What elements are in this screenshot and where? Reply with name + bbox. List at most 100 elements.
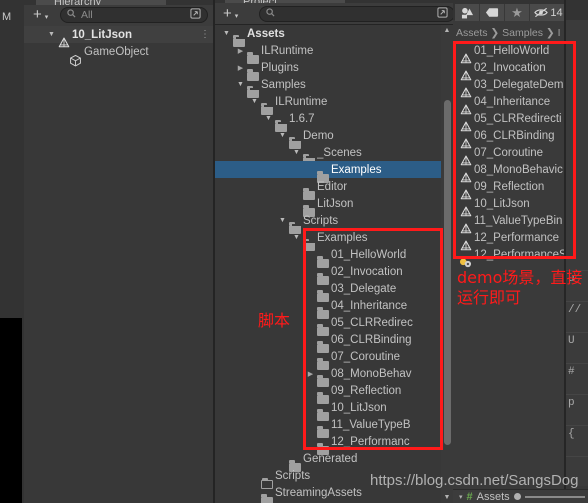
chevron-down-icon[interactable]: ▼ [263, 115, 274, 122]
project-tree-row[interactable]: Editor [215, 178, 441, 200]
project-tree-row[interactable]: 02_Invocation [215, 263, 441, 285]
project-tree-row[interactable]: ▼ _Scenes [215, 144, 441, 166]
project-tree-row[interactable]: ▶ ILRuntime [215, 42, 441, 64]
status-caret-icon[interactable]: ▾ [459, 493, 463, 501]
row-options-icon[interactable]: ⋮ [200, 30, 210, 40]
project-tree-row-label: Examples [317, 231, 368, 244]
project-tree-row[interactable]: ▼ Samples [215, 76, 441, 98]
hierarchy-create-button[interactable]: + ▾ [33, 6, 48, 23]
scroll-up-arrow-icon[interactable]: ▲ [441, 25, 453, 36]
project-tree-row-label: 09_Reflection [331, 384, 402, 397]
assets-list-item[interactable]: 08_MonoBehavic [453, 161, 566, 183]
project-tree-row-label: StreamingAssets [275, 486, 362, 499]
hierarchy-gameobject-label: GameObject [84, 45, 149, 58]
chevron-down-icon[interactable]: ▼ [291, 234, 302, 241]
project-search-input[interactable] [259, 6, 455, 22]
chevron-right-icon[interactable]: ▶ [235, 64, 246, 72]
chevron-right-icon[interactable]: ▶ [235, 47, 246, 55]
code-line: # [566, 363, 588, 380]
project-tree-row[interactable]: LitJson [215, 195, 441, 217]
assets-list-item[interactable]: 05_CLRRedirecti [453, 110, 566, 132]
project-tree-row[interactable]: 09_Reflection [215, 382, 441, 404]
chevron-down-icon[interactable]: ▼ [277, 217, 288, 224]
project-tree-row[interactable]: ▼ ILRuntime [215, 93, 441, 115]
scroll-down-arrow-icon[interactable]: ▼ [441, 492, 453, 503]
assets-list-item[interactable]: 02_Invocation [453, 59, 566, 81]
project-tree-row[interactable]: 01_HelloWorld [215, 246, 441, 268]
hierarchy-search-input[interactable] [60, 7, 208, 23]
assets-list-item-label: 05_CLRRedirecti [474, 112, 562, 125]
assets-list-item[interactable]: 12_PerformanceS [453, 246, 566, 267]
assets-list-item-label: 04_Inheritance [474, 95, 551, 108]
assets-list-item[interactable]: 04_Inheritance [453, 93, 566, 115]
chevron-down-icon[interactable]: ▼ [235, 81, 246, 88]
project-tree-row-label: 01_HelloWorld [331, 248, 407, 261]
left-black-strip [0, 318, 22, 503]
assets-list-item-label: 03_DelegateDem [474, 78, 564, 91]
project-tree-row[interactable]: ▼ Scripts [215, 212, 441, 234]
chevron-down-icon[interactable]: ▼ [221, 30, 232, 37]
chevron-down-icon[interactable]: ▼ [46, 31, 57, 38]
project-tree-row[interactable]: 10_LitJson [215, 399, 441, 421]
project-tree-row-label: 06_CLRBinding [331, 333, 412, 346]
status-progress-dot [513, 493, 521, 500]
assets-list-item[interactable]: 07_Coroutine [453, 144, 566, 166]
project-tree-row[interactable]: Examples [215, 161, 441, 183]
project-tree-row-label: 07_Coroutine [331, 350, 401, 363]
assets-list-item[interactable]: 11_ValueTypeBin [453, 212, 566, 234]
annotation-scripts-label: 脚本 [258, 311, 291, 330]
unity-editor-window: Hierarchy M + ▾ All ▼ 10_LitJson ⋮ GameO… [0, 0, 588, 503]
breadcrumb[interactable]: Assets ❯ Samples ❯ I [456, 27, 566, 39]
project-tree-row[interactable]: 07_Coroutine [215, 348, 441, 370]
chevron-down-icon[interactable]: ▼ [277, 132, 288, 139]
hierarchy-search-field[interactable] [81, 9, 186, 21]
project-scrollbar-thumb[interactable] [443, 100, 451, 445]
hierarchy-row-gameobject[interactable]: GameObject [24, 43, 215, 66]
project-tree-row[interactable]: 03_Delegate [215, 280, 441, 302]
code-line: { [566, 425, 588, 442]
expand-window-icon[interactable] [190, 8, 201, 22]
project-tree-row[interactable]: 06_CLRBinding [215, 331, 441, 353]
code-line [566, 456, 588, 473]
hierarchy-row-scene[interactable]: ▼ 10_LitJson ⋮ [24, 26, 215, 48]
assets-list-item[interactable]: 03_DelegateDem [453, 76, 566, 98]
project-tree-row[interactable]: ▼ Assets [215, 25, 441, 47]
code-editor-sliver[interactable]: u//U#p{//,独 [566, 20, 588, 486]
project-tree-row[interactable]: ▶ Plugins [215, 59, 441, 81]
chevron-right-icon[interactable]: ▶ [305, 370, 316, 378]
project-tree-row[interactable]: 04_Inheritance [215, 297, 441, 319]
assets-list-item-label: 02_Invocation [474, 61, 546, 74]
hidden-eye-icon[interactable]: 14 [530, 4, 568, 21]
project-scrollbar[interactable]: ▲ ▼ [441, 25, 453, 503]
hierarchy-scene-label: 10_LitJson [72, 28, 133, 41]
project-tree-row-label: Plugins [261, 61, 299, 74]
chevron-down-icon[interactable]: ▼ [291, 149, 302, 156]
project-tree-row[interactable]: ▼ Demo [215, 127, 441, 149]
label-tag-icon[interactable] [480, 4, 505, 21]
assets-list-item[interactable]: 01_HelloWorld [453, 42, 566, 64]
project-search-field[interactable] [280, 8, 433, 20]
project-tree-row-label: LitJson [317, 197, 354, 210]
assets-list-item-label: 12_PerformanceS [474, 248, 566, 261]
project-tree-row-label: 03_Delegate [331, 282, 397, 295]
project-create-button[interactable]: + ▾ [223, 5, 238, 22]
project-tree-row[interactable]: ▼ Examples [215, 229, 441, 251]
assets-list-item[interactable]: 10_LitJson [453, 195, 566, 217]
expand-window-icon[interactable] [437, 7, 448, 21]
panel-divider-right [564, 0, 566, 503]
project-tree-row[interactable]: 12_Performanc [215, 433, 441, 455]
shapes-icon[interactable] [455, 4, 480, 21]
assets-list-item[interactable]: 09_Reflection [453, 178, 566, 200]
chevron-down-icon[interactable]: ▼ [249, 98, 260, 105]
assets-list-item-label: 10_LitJson [474, 197, 530, 210]
favorite-star-icon[interactable]: ★ [505, 4, 530, 21]
project-tree-row[interactable]: ▶ 08_MonoBehav [215, 365, 441, 387]
project-tree-row[interactable]: Generated [215, 450, 441, 472]
status-bar: ▾ # Assets [453, 489, 588, 503]
project-tree-row-label: Generated [303, 452, 358, 465]
assets-list-item[interactable]: 12_Performance [453, 229, 566, 251]
project-tree-row[interactable]: 05_CLRRedirec [215, 314, 441, 336]
assets-list-item[interactable]: 06_CLRBinding [453, 127, 566, 149]
project-tree-row[interactable]: 11_ValueTypeB [215, 416, 441, 438]
project-tree-row[interactable]: ▼ 1.6.7 [215, 110, 441, 132]
